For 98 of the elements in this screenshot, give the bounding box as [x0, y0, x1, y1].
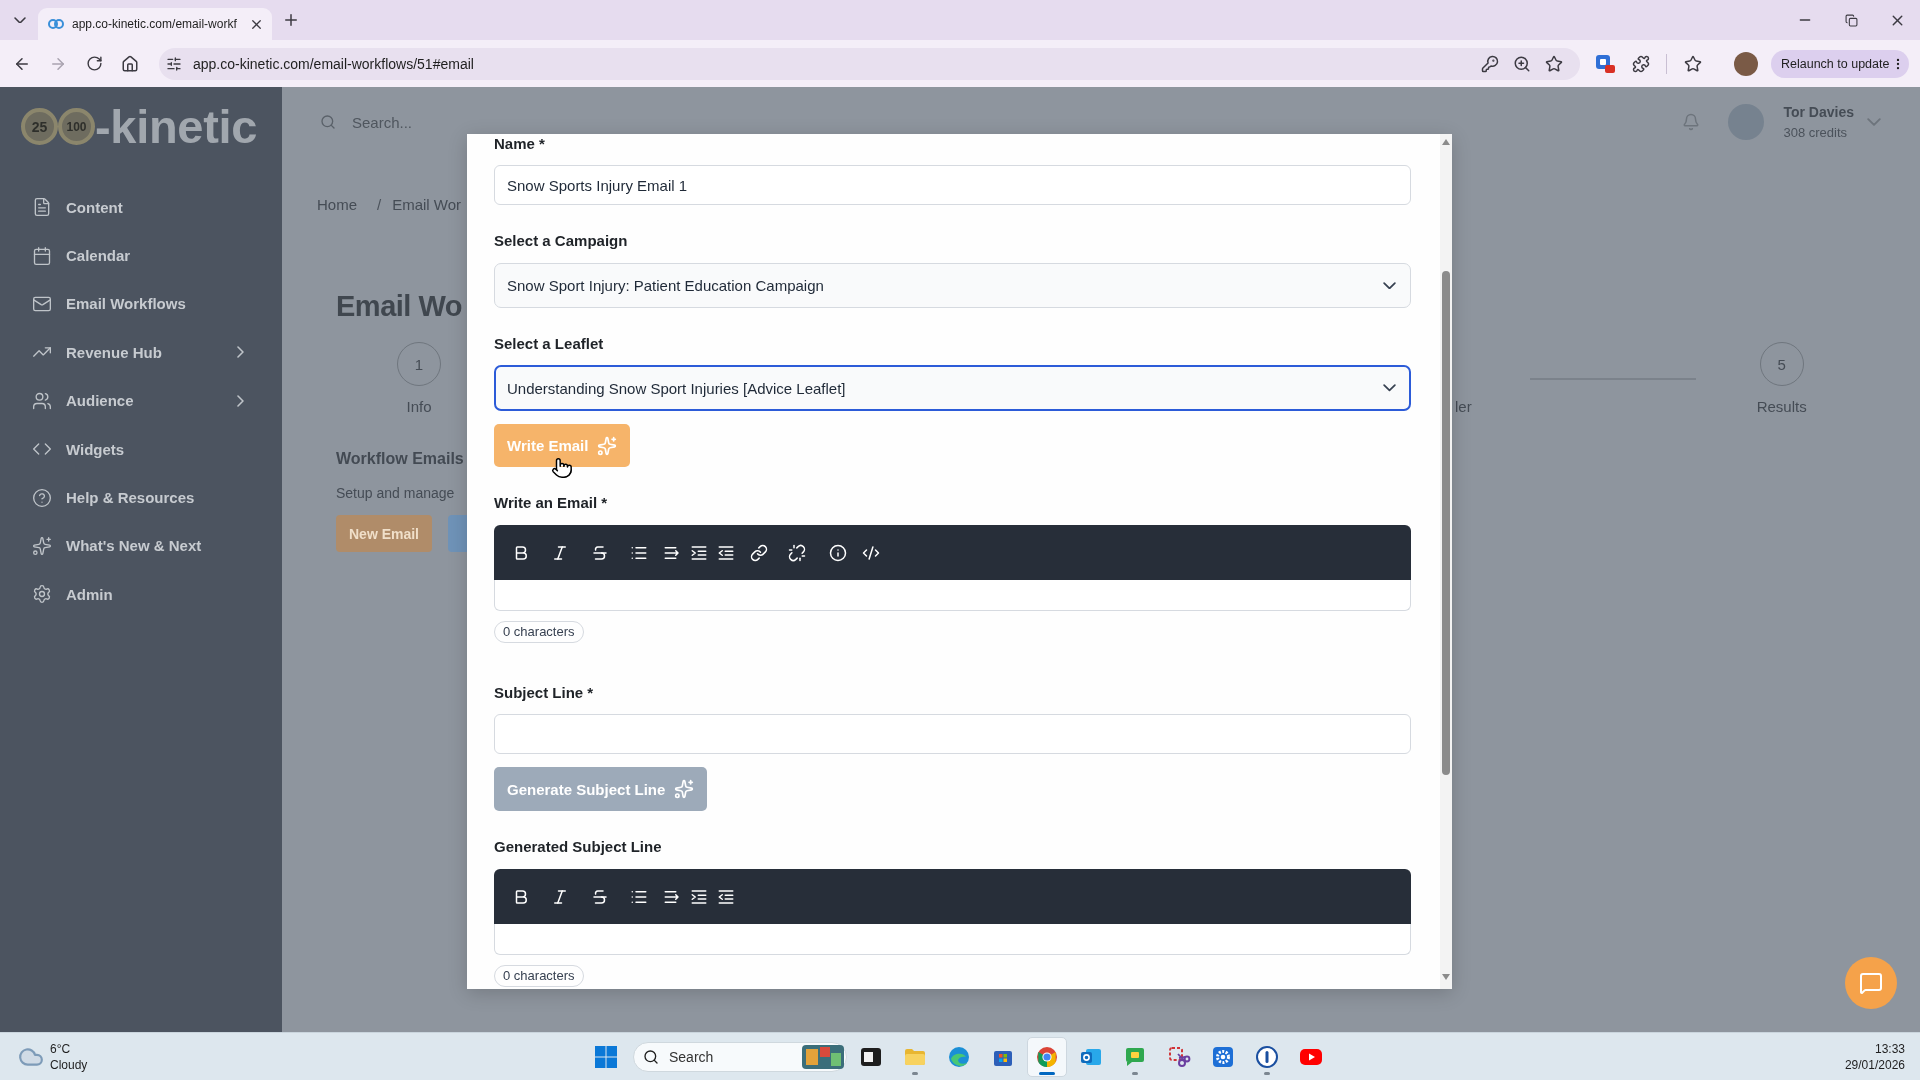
logo-badge: 25: [21, 108, 58, 145]
field-label: Write an Email *: [494, 493, 609, 513]
sidebar-item[interactable]: Admin: [0, 570, 282, 619]
breadcrumb-separator: /: [377, 195, 382, 215]
address-bar[interactable]: app.co-kinetic.com/email-workflows/51#email: [159, 47, 1580, 80]
code-icon[interactable]: [862, 543, 880, 562]
unlink-icon[interactable]: [788, 543, 806, 562]
sliders-icon[interactable]: [166, 55, 182, 72]
info-icon[interactable]: [829, 543, 847, 562]
sidebar-item[interactable]: Content: [0, 183, 282, 232]
breadcrumb-link[interactable]: Email Wor: [392, 195, 462, 215]
chevron-down-icon[interactable]: [14, 16, 26, 24]
step-label: Info: [406, 398, 432, 416]
dropdown-field[interactable]: Understanding Snow Sport Injuries [Advice Leaflet]: [494, 365, 1411, 411]
breadcrumb-link[interactable]: Home: [317, 195, 357, 215]
sparkle-icon: [32, 535, 52, 556]
highlight-picture[interactable]: [802, 1044, 844, 1069]
field-label: Generated Subject Line: [494, 837, 663, 857]
help-icon: [32, 487, 52, 508]
people-icon: [32, 390, 52, 411]
chevron-right-icon: [237, 346, 244, 359]
input-field[interactable]: [494, 714, 1411, 754]
sparkle-icon: [674, 779, 695, 799]
new-email-button[interactable]: New Email: [336, 515, 432, 552]
link-icon[interactable]: [750, 543, 768, 562]
strikethrough-icon[interactable]: [591, 543, 609, 562]
clock-date: 29/01/2026: [1844, 1056, 1905, 1073]
clock-time: 13:33: [1874, 1040, 1905, 1057]
logo-badge: 100: [58, 108, 95, 145]
sidebar-item[interactable]: Audience: [0, 376, 282, 425]
scissors-icon[interactable]: [1167, 1044, 1191, 1069]
hand-cursor-icon: [551, 457, 573, 479]
step-label: Results: [1756, 398, 1807, 416]
gear-icon[interactable]: [1211, 1044, 1235, 1069]
reload-icon[interactable]: [85, 55, 103, 72]
field-label: Select a Leaflet: [494, 334, 605, 354]
outdent-icon[interactable]: [717, 887, 735, 906]
step-label: ler: [1455, 397, 1472, 416]
key-icon[interactable]: [1481, 54, 1499, 73]
search-icon: [643, 1048, 659, 1065]
chat-bubble-icon: [1859, 971, 1883, 995]
rings-icon: [48, 19, 64, 29]
field-label: Name *: [494, 134, 546, 154]
puzzle-icon[interactable]: [1632, 54, 1650, 73]
editor-field[interactable]: [494, 924, 1411, 955]
profile-avatar[interactable]: [1734, 51, 1758, 76]
temperature-text: 6°C: [50, 1040, 72, 1057]
section-title: Workflow Emails: [336, 449, 464, 469]
sidebar-item[interactable]: Help & Resources: [0, 473, 282, 522]
italic-icon[interactable]: [551, 887, 569, 906]
logo-wordmark: -kinetic: [95, 108, 258, 145]
outdent-icon[interactable]: [717, 543, 735, 562]
zoom-icon[interactable]: [1513, 54, 1531, 73]
strikethrough-icon[interactable]: [591, 887, 609, 906]
search-field[interactable]: Search...: [320, 113, 413, 131]
swirl-icon[interactable]: [947, 1044, 971, 1069]
keyhole-icon[interactable]: [1255, 1044, 1279, 1069]
calendar-icon: [32, 245, 52, 266]
section-subtitle: Setup and manage: [336, 484, 455, 502]
relaunch-button[interactable]: Relaunch to update: [1771, 49, 1910, 78]
scrollbar[interactable]: [1440, 134, 1452, 989]
sidebar-item[interactable]: Widgets: [0, 424, 282, 474]
indent-icon[interactable]: [690, 887, 708, 906]
scroll-down-icon[interactable]: [1441, 973, 1451, 981]
chevron-right-icon: [237, 394, 244, 407]
weather-condition-text: Cloudy: [50, 1056, 88, 1073]
scroll-up-icon[interactable]: [1441, 138, 1451, 146]
dropdown-field[interactable]: Snow Sport Injury: Patient Education Campaign: [494, 263, 1411, 308]
input-field[interactable]: Snow Sports Injury Email 1: [494, 165, 1411, 205]
field-label: Select a Campaign: [494, 231, 629, 251]
chevron-down-icon: [1383, 281, 1396, 290]
star-icon[interactable]: [1684, 54, 1702, 73]
star-icon[interactable]: [1545, 54, 1563, 73]
field-label: Subject Line *: [494, 683, 595, 703]
home-icon[interactable]: [121, 54, 139, 73]
color-wheel-icon[interactable]: [1035, 1044, 1059, 1069]
sparkle-icon: [597, 435, 618, 456]
sidebar-item[interactable]: Revenue Hub: [0, 328, 282, 377]
credits-text: 308 credits: [1783, 124, 1849, 142]
search-field[interactable]: Search: [633, 1041, 847, 1072]
browser-tab[interactable]: app.co-kinetic.com/email-workf: [38, 8, 272, 40]
plus-icon[interactable]: [282, 11, 300, 29]
settings-icon: [32, 584, 52, 605]
sidebar-item[interactable]: Email Workflows: [0, 279, 282, 329]
search-icon: [320, 114, 336, 130]
user-name: Tor Davies: [1783, 103, 1854, 122]
sidebar-item[interactable]: What's New & Next: [0, 521, 282, 571]
editor-field[interactable]: [494, 580, 1411, 611]
indent-icon[interactable]: [690, 543, 708, 562]
sidebar-item[interactable]: Calendar: [0, 231, 282, 280]
start-menu-icon[interactable]: [595, 1045, 617, 1068]
scrollbar-thumb[interactable]: [1442, 271, 1450, 775]
document-icon: [32, 197, 52, 218]
restore-icon[interactable]: [1844, 13, 1858, 27]
italic-icon[interactable]: [551, 543, 569, 562]
chevron-down-icon: [1383, 384, 1396, 392]
page-title: Email Wo: [336, 289, 462, 324]
extension-icon[interactable]: [1595, 53, 1615, 74]
